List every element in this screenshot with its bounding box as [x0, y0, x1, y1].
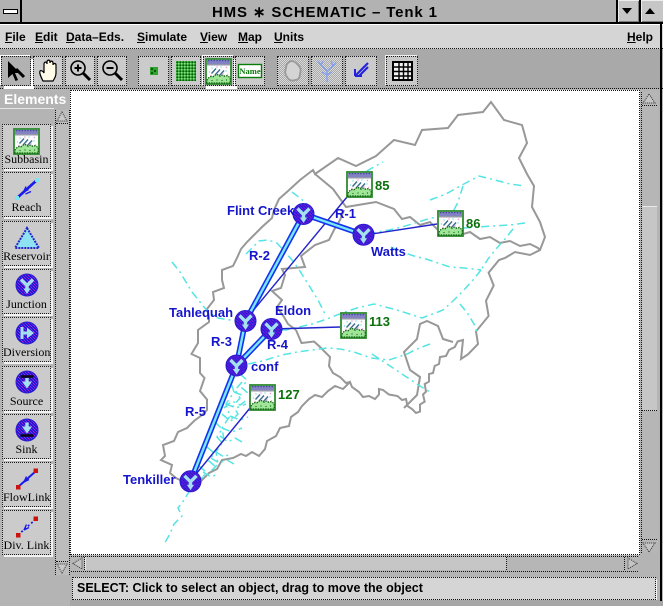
svg-text:Tenkiller: Tenkiller [123, 472, 176, 487]
svg-text:127: 127 [278, 387, 300, 402]
svg-text:Name: Name [239, 66, 260, 76]
svg-text:R-5: R-5 [185, 404, 206, 419]
svg-text:Eldon: Eldon [275, 303, 311, 318]
svg-text:86: 86 [466, 216, 480, 231]
svg-text:conf: conf [251, 359, 279, 374]
svg-text:R-3: R-3 [211, 334, 232, 349]
svg-text:Flint Creek: Flint Creek [227, 203, 295, 218]
svg-text:R-4: R-4 [267, 337, 289, 352]
svg-text:Watts: Watts [371, 244, 406, 259]
svg-text:85: 85 [375, 178, 389, 193]
svg-text:R-2: R-2 [249, 248, 270, 263]
svg-text:113: 113 [369, 314, 390, 329]
svg-text:Tahlequah: Tahlequah [169, 305, 233, 320]
svg-text:R-1: R-1 [335, 206, 356, 221]
